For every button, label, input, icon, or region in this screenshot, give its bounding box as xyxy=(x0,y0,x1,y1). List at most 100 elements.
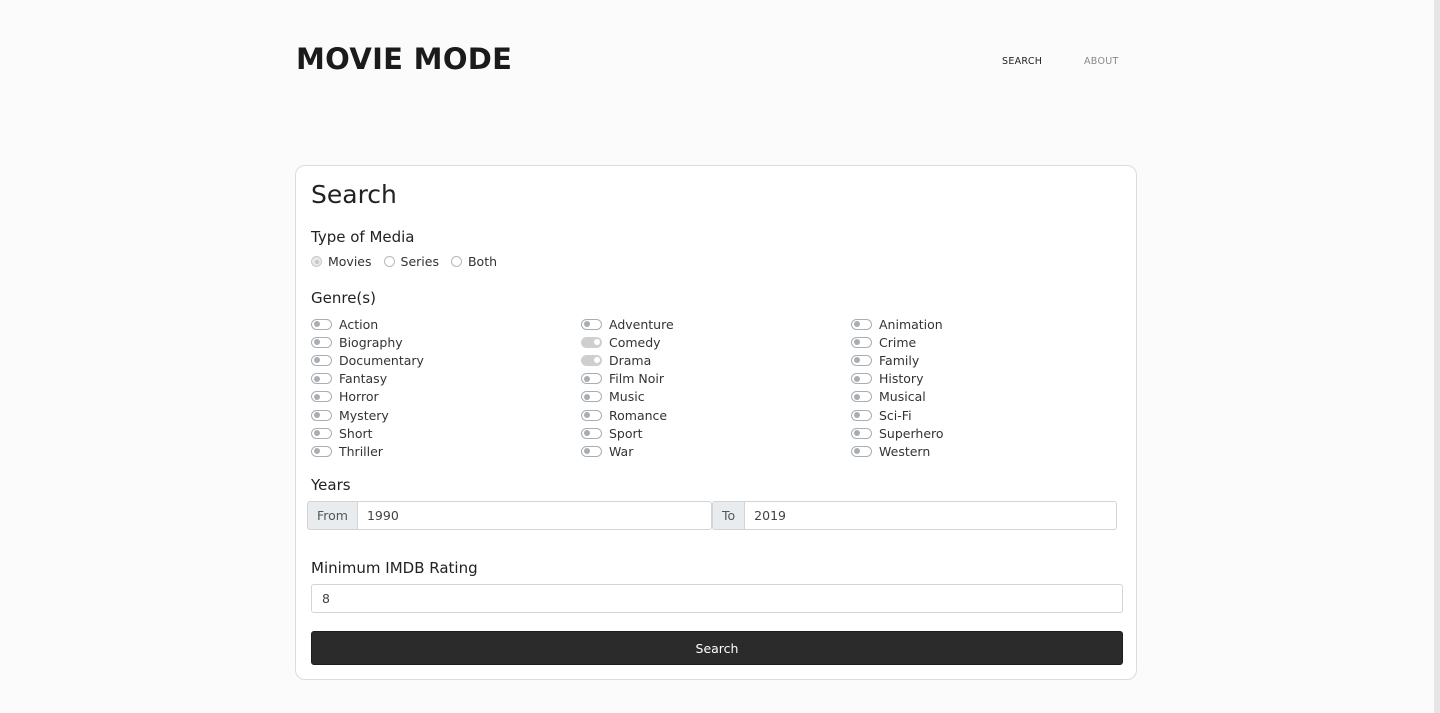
genre-column: Adventure Comedy Drama Film Noir Music Romanc… xyxy=(581,315,841,461)
toggle-switch[interactable] xyxy=(581,354,602,366)
rating-label: Minimum IMDB Rating xyxy=(311,559,478,577)
genre-label: Comedy xyxy=(609,334,661,350)
genre-toggle-crime[interactable]: Crime xyxy=(851,333,1111,351)
toggle-switch[interactable] xyxy=(851,427,872,439)
year-from-group: From xyxy=(307,501,712,530)
site-header: MOVIE MODE SEARCH ABOUT xyxy=(296,40,1138,80)
genre-toggle-thriller[interactable]: Thriller xyxy=(311,442,571,460)
genre-column: Animation Crime Family History Musical Sci-Fi… xyxy=(851,315,1111,461)
genre-toggle-western[interactable]: Western xyxy=(851,442,1111,460)
radio-both[interactable]: Both xyxy=(450,254,498,269)
search-button[interactable]: Search xyxy=(311,631,1123,665)
radio-movies[interactable]: Movies xyxy=(311,254,372,269)
genre-label: Horror xyxy=(339,389,379,405)
genre-label: Short xyxy=(339,425,373,441)
toggle-switch[interactable] xyxy=(581,373,602,385)
genre-label: Sci-Fi xyxy=(879,407,912,423)
toggle-switch[interactable] xyxy=(311,373,332,385)
genre-label: Superhero xyxy=(879,425,944,441)
toggle-switch[interactable] xyxy=(311,445,332,457)
genre-label: History xyxy=(879,371,924,387)
radio-button[interactable] xyxy=(450,256,462,267)
toggle-switch[interactable] xyxy=(581,318,602,330)
toggle-switch[interactable] xyxy=(581,336,602,348)
genre-toggle-grid: Action Biography Documentary Fantasy Horror M… xyxy=(311,315,1121,463)
toggle-switch[interactable] xyxy=(581,409,602,421)
toggle-switch[interactable] xyxy=(311,318,332,330)
year-to-input[interactable] xyxy=(745,501,1118,530)
genre-label: Sport xyxy=(609,425,643,441)
toggle-switch[interactable] xyxy=(311,391,332,403)
genre-toggle-horror[interactable]: Horror xyxy=(311,388,571,406)
genre-label: Musical xyxy=(879,389,926,405)
genre-label: Western xyxy=(879,443,931,459)
genre-label: Drama xyxy=(609,352,652,368)
genre-toggle-superhero[interactable]: Superhero xyxy=(851,424,1111,442)
toggle-switch[interactable] xyxy=(851,336,872,348)
genre-toggle-film-noir[interactable]: Film Noir xyxy=(581,370,841,388)
genre-label: Adventure xyxy=(609,316,674,332)
genre-toggle-musical[interactable]: Musical xyxy=(851,388,1111,406)
nav-link-search[interactable]: SEARCH xyxy=(1002,56,1042,67)
genre-label: Biography xyxy=(339,334,403,350)
toggle-switch[interactable] xyxy=(851,409,872,421)
genre-label: Thriller xyxy=(339,443,383,459)
genre-toggle-mystery[interactable]: Mystery xyxy=(311,406,571,424)
genre-toggle-sci-fi[interactable]: Sci-Fi xyxy=(851,406,1111,424)
media-type-label: Type of Media xyxy=(311,228,415,246)
genre-label: Fantasy xyxy=(339,371,388,387)
genre-label: Documentary xyxy=(339,352,424,368)
toggle-switch[interactable] xyxy=(851,373,872,385)
toggle-switch[interactable] xyxy=(311,409,332,421)
genre-label: Action xyxy=(339,316,379,332)
genre-label: Romance xyxy=(609,407,668,423)
page-scrollbar[interactable] xyxy=(1434,0,1440,713)
toggle-switch[interactable] xyxy=(581,427,602,439)
radio-label: Series xyxy=(400,254,439,269)
radio-series[interactable]: Series xyxy=(383,254,439,269)
radio-label: Both xyxy=(467,254,498,269)
genre-label: Film Noir xyxy=(609,371,664,387)
site-logo[interactable]: MOVIE MODE xyxy=(296,42,512,76)
genre-toggle-adventure[interactable]: Adventure xyxy=(581,315,841,333)
genre-toggle-romance[interactable]: Romance xyxy=(581,406,841,424)
genre-toggle-action[interactable]: Action xyxy=(311,315,571,333)
toggle-switch[interactable] xyxy=(311,336,332,348)
toggle-switch[interactable] xyxy=(851,445,872,457)
toggle-switch[interactable] xyxy=(851,354,872,366)
genre-label: Animation xyxy=(879,316,943,332)
genre-label: Mystery xyxy=(339,407,389,423)
genre-toggle-history[interactable]: History xyxy=(851,370,1111,388)
genre-column: Action Biography Documentary Fantasy Horror M… xyxy=(311,315,571,461)
genre-toggle-war[interactable]: War xyxy=(581,442,841,460)
year-from-addon: From xyxy=(307,501,358,530)
toggle-switch[interactable] xyxy=(581,391,602,403)
rating-input[interactable] xyxy=(311,584,1123,613)
year-to-addon: To xyxy=(712,501,746,530)
radio-button[interactable] xyxy=(311,256,322,267)
genre-toggle-fantasy[interactable]: Fantasy xyxy=(311,370,571,388)
genres-label: Genre(s) xyxy=(311,289,376,307)
toggle-switch[interactable] xyxy=(851,318,872,330)
year-from-input[interactable] xyxy=(357,501,712,530)
genre-toggle-short[interactable]: Short xyxy=(311,424,571,442)
radio-button[interactable] xyxy=(383,256,395,267)
genre-toggle-music[interactable]: Music xyxy=(581,388,841,406)
genre-toggle-animation[interactable]: Animation xyxy=(851,315,1111,333)
genre-toggle-family[interactable]: Family xyxy=(851,351,1111,369)
search-card: Search Type of Media Movies Series Both … xyxy=(295,165,1137,680)
toggle-switch[interactable] xyxy=(311,427,332,439)
nav-link-about[interactable]: ABOUT xyxy=(1084,56,1119,67)
radio-label: Movies xyxy=(328,254,372,269)
genre-toggle-sport[interactable]: Sport xyxy=(581,424,841,442)
genre-toggle-documentary[interactable]: Documentary xyxy=(311,351,571,369)
genre-label: Family xyxy=(879,352,920,368)
toggle-switch[interactable] xyxy=(851,391,872,403)
genre-label: Crime xyxy=(879,334,917,350)
genre-toggle-drama[interactable]: Drama xyxy=(581,351,841,369)
genre-toggle-comedy[interactable]: Comedy xyxy=(581,333,841,351)
genre-toggle-biography[interactable]: Biography xyxy=(311,333,571,351)
search-title: Search xyxy=(311,180,397,209)
toggle-switch[interactable] xyxy=(311,354,332,366)
toggle-switch[interactable] xyxy=(581,445,602,457)
